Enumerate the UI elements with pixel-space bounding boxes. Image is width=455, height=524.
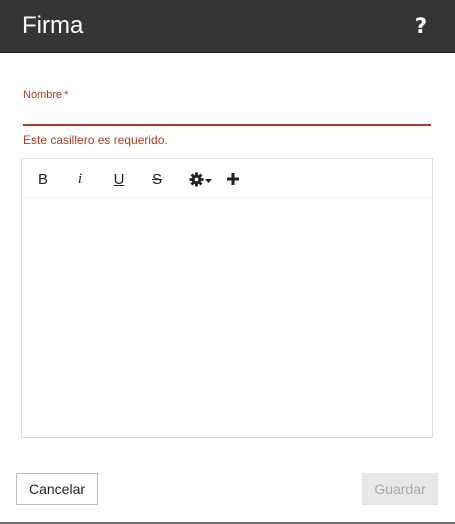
add-button[interactable] [220,167,246,191]
save-button[interactable]: Guardar [362,473,438,505]
signature-editor: B i U S [21,158,433,438]
signature-dialog: Firma ? Nombre * Este casillero es requer… [0,0,455,524]
required-mark: * [64,89,69,101]
underline-button[interactable]: U [106,167,132,191]
gear-icon [188,171,204,187]
caret-down-icon [204,178,212,183]
name-input[interactable] [23,104,431,126]
dialog-header: Firma ? [0,0,455,53]
help-button[interactable]: ? [411,12,431,40]
strikethrough-button[interactable]: S [144,167,170,191]
editor-toolbar: B i U S [22,159,432,198]
italic-button[interactable]: i [67,167,93,191]
bold-button[interactable]: B [30,167,56,191]
plus-icon [227,173,239,185]
name-field-label-text: Nombre [23,89,63,101]
dialog-title: Firma [22,12,84,39]
name-field-error: Este casillero es requerido. [23,133,168,147]
name-field-label: Nombre * [23,89,68,101]
editor-content-area[interactable] [22,198,432,437]
settings-dropdown-button[interactable] [185,167,215,191]
cancel-button[interactable]: Cancelar [16,473,98,505]
